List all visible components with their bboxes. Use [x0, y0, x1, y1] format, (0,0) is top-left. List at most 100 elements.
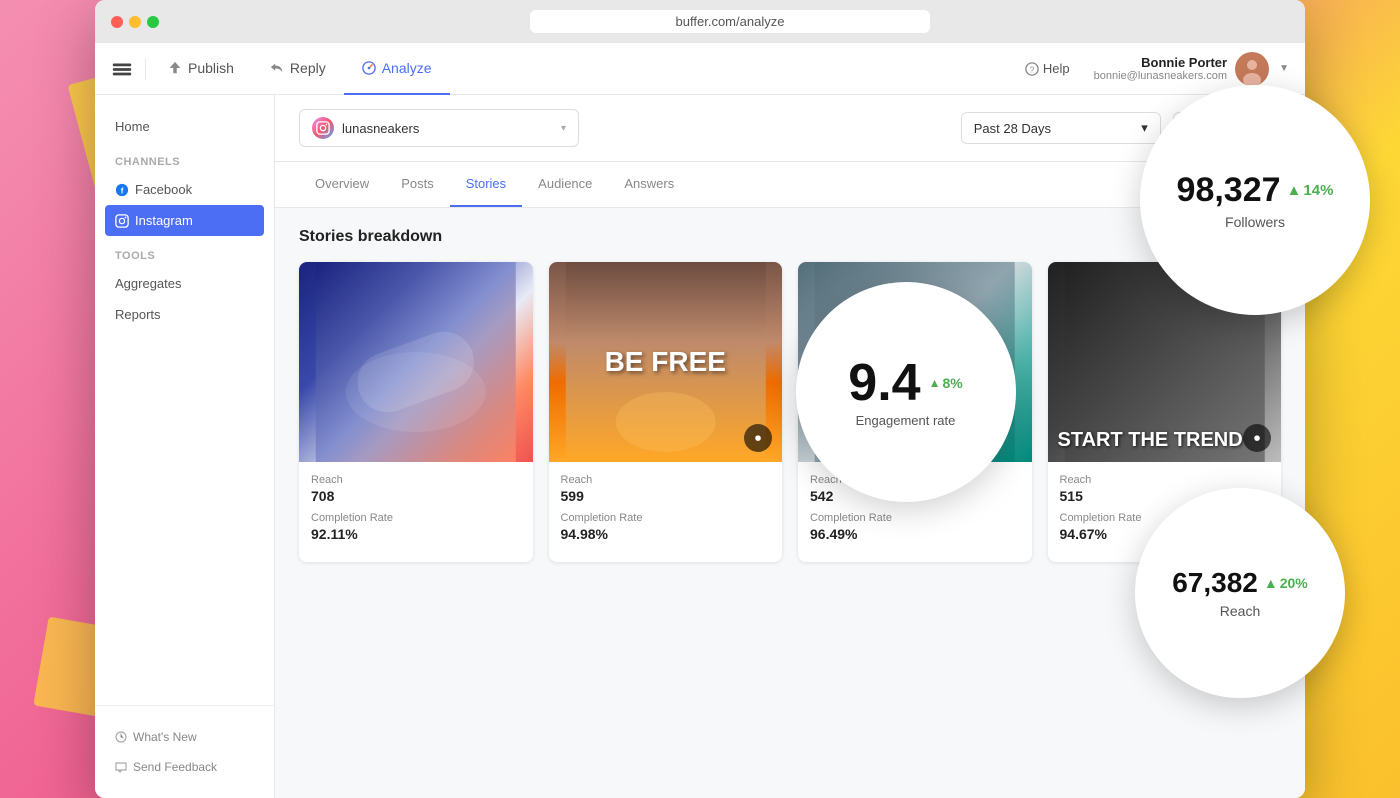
date-range-label: Past 28 Days [974, 121, 1051, 136]
channel-selector[interactable]: lunasneakers ▾ [299, 109, 579, 147]
sidebar-item-instagram[interactable]: Instagram [105, 205, 264, 236]
reach-label-1: Reach [311, 474, 521, 486]
sidebar-item-aggregates[interactable]: Aggregates [95, 268, 274, 299]
story-img-svg-1 [299, 262, 533, 462]
address-domain: buffer.com [676, 14, 736, 29]
reach-label-2: Reach [561, 474, 771, 486]
completion-value-2: 94.98% [561, 526, 771, 542]
reach-value-2: 599 [561, 488, 771, 504]
followers-trend-value: 14% [1303, 182, 1333, 199]
content-toolbar: lunasneakers ▾ Past 28 Days ▾ Export as.… [275, 95, 1305, 162]
whats-new-label: What's New [133, 730, 197, 744]
send-feedback-label: Send Feedback [133, 760, 217, 774]
nav-user-info: Bonnie Porter bonnie@lunasneakers.com [1094, 55, 1227, 82]
sidebar-item-reports[interactable]: Reports [95, 299, 274, 330]
engagement-number: 9.4 ▲ 8% [848, 357, 962, 409]
story-stats-1: Reach 708 Completion Rate 92.11% [299, 462, 533, 562]
maximize-button[interactable] [147, 16, 159, 28]
user-name: Bonnie Porter [1094, 55, 1227, 70]
instagram-channel-icon [316, 121, 330, 135]
completion-label-1: Completion Rate [311, 512, 521, 524]
story-card-4[interactable]: START THE TREND ⏺ Reach 515 Completion R… [1048, 262, 1282, 562]
reply-icon [270, 61, 284, 75]
engagement-trend-value: 8% [942, 376, 962, 390]
tab-stories[interactable]: Stories [450, 162, 522, 207]
completion-label-4: Completion Rate [1060, 512, 1270, 524]
facebook-label: Facebook [135, 182, 192, 197]
content-area: lunasneakers ▾ Past 28 Days ▾ Export as.… [275, 95, 1305, 798]
reports-label: Reports [115, 307, 161, 322]
section-title: Stories breakdown [299, 228, 1281, 246]
svg-text:f: f [121, 186, 124, 195]
help-icon: ? [1025, 62, 1039, 76]
tab-audience[interactable]: Audience [522, 162, 608, 207]
address-bar[interactable]: buffer.com/analyze [530, 10, 930, 33]
nav-publish[interactable]: Publish [150, 43, 252, 95]
export-button[interactable]: Export as... ▾ [1173, 112, 1281, 144]
story-image-1 [299, 262, 533, 462]
video-badge-4: ⏺ [1243, 424, 1271, 452]
completion-label-3: Completion Rate [810, 512, 1020, 524]
story-card-1[interactable]: Reach 708 Completion Rate 92.11% [299, 262, 533, 562]
sidebar-item-home[interactable]: Home [95, 111, 274, 142]
sidebar-bottom: What's New Send Feedback [95, 705, 274, 782]
reach-value-1: 708 [311, 488, 521, 504]
reply-label: Reply [290, 60, 326, 76]
completion-label-2: Completion Rate [561, 512, 771, 524]
sidebar-item-facebook[interactable]: f Facebook [95, 174, 274, 205]
nav-user[interactable]: Bonnie Porter bonnie@lunasneakers.com ▼ [1082, 52, 1289, 86]
reach-value-4: 515 [1060, 488, 1270, 504]
home-label: Home [115, 119, 150, 134]
analyze-label: Analyze [382, 60, 432, 76]
avatar-chevron-icon: ▼ [1279, 63, 1289, 74]
video-badge-2: ⏺ [744, 424, 772, 452]
sidebar: Home Channels f Facebook Instagram Tools… [95, 95, 275, 798]
channel-name: lunasneakers [342, 121, 419, 136]
stories-wrapper: Reach 708 Completion Rate 92.11% [299, 262, 1281, 562]
story-stats-2: Reach 599 Completion Rate 94.98% [549, 462, 783, 562]
traffic-lights [111, 16, 159, 28]
nav-analyze[interactable]: Analyze [344, 43, 450, 95]
story-card-2[interactable]: BE FREE ⏺ Reach 599 Completion Rate 94.9… [549, 262, 783, 562]
avatar-image [1235, 52, 1269, 86]
engagement-value: 9.4 [848, 357, 920, 409]
engagement-trend: ▲ 8% [929, 376, 963, 390]
nav-reply[interactable]: Reply [252, 43, 344, 95]
whats-new-icon [115, 731, 127, 743]
tab-overview[interactable]: Overview [299, 162, 385, 207]
user-email: bonnie@lunasneakers.com [1094, 70, 1227, 82]
completion-value-4: 94.67% [1060, 526, 1270, 542]
nav-help[interactable]: ? Help [1013, 61, 1082, 76]
buffer-logo-icon [111, 58, 133, 80]
content-inner: Stories breakdown [275, 208, 1305, 798]
avatar[interactable] [1235, 52, 1269, 86]
facebook-icon: f [115, 183, 129, 197]
publish-icon [168, 61, 182, 75]
publish-label: Publish [188, 60, 234, 76]
instagram-label: Instagram [135, 213, 193, 228]
sidebar-tools-label: Tools [95, 236, 274, 268]
close-button[interactable] [111, 16, 123, 28]
channel-icon [312, 117, 334, 139]
reach-label-4: Reach [1060, 474, 1270, 486]
stories-grid: Reach 708 Completion Rate 92.11% [299, 262, 1281, 562]
top-nav: Publish Reply Analyze ? Help Bonnie Port… [95, 43, 1305, 95]
address-path: /analyze [736, 14, 784, 29]
sidebar-whats-new[interactable]: What's New [95, 722, 274, 752]
tab-posts[interactable]: Posts [385, 162, 450, 207]
story-image-2: BE FREE ⏺ [549, 262, 783, 462]
channel-chevron-icon: ▾ [561, 123, 566, 134]
nav-logo[interactable] [111, 58, 146, 80]
story-text-2: BE FREE [605, 346, 726, 378]
analyze-icon [362, 61, 376, 75]
tab-answers[interactable]: Answers [608, 162, 690, 207]
sidebar-send-feedback[interactable]: Send Feedback [95, 752, 274, 782]
svg-text:?: ? [1030, 65, 1035, 74]
completion-value-3: 96.49% [810, 526, 1020, 542]
help-label: Help [1043, 61, 1070, 76]
date-range-selector[interactable]: Past 28 Days ▾ [961, 112, 1161, 144]
export-label: Export as... [1188, 121, 1254, 136]
minimize-button[interactable] [129, 16, 141, 28]
story-text-4: START THE TREND [1058, 428, 1243, 452]
date-chevron-icon: ▾ [1141, 120, 1148, 136]
